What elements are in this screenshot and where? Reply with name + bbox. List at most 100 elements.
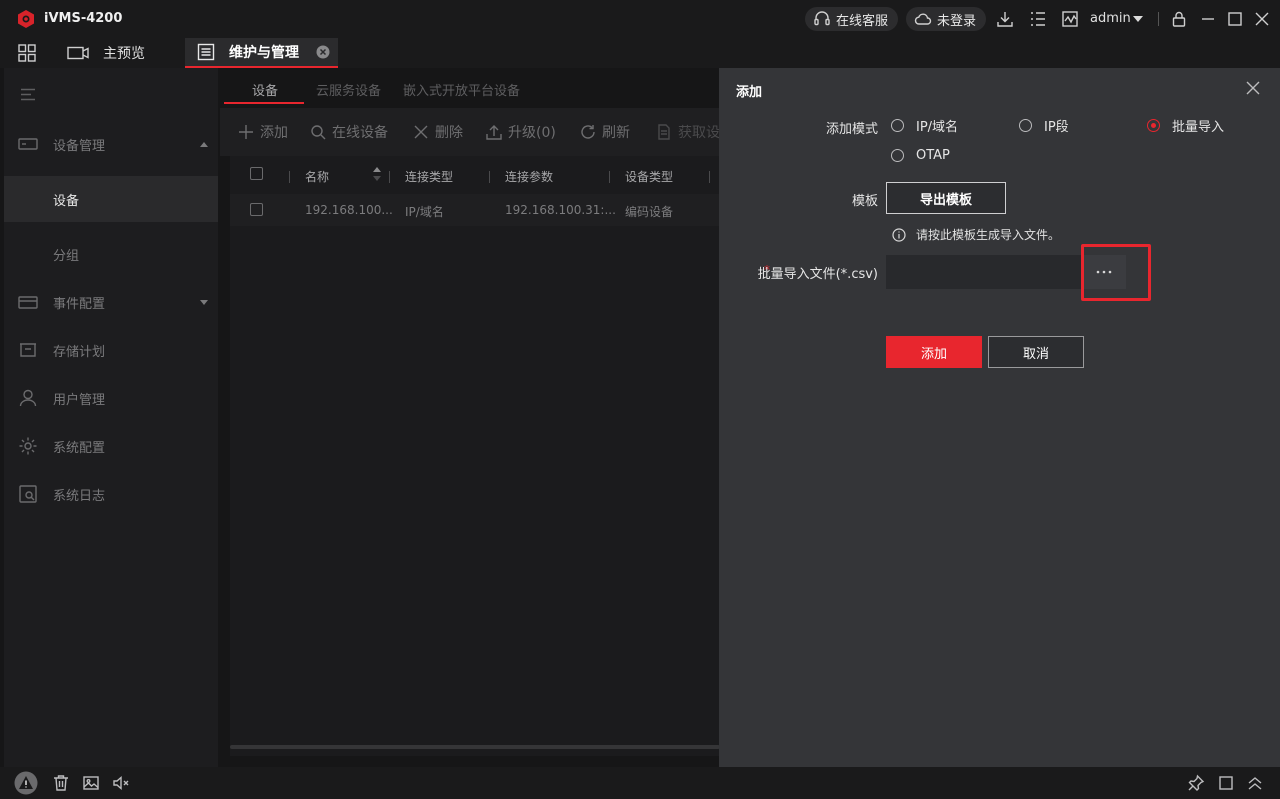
sidebar-item-label: 事件配置 [53,296,106,312]
hint-message: 请按此模板生成导入文件。 [892,226,1060,243]
device-list-panel: 设备 云服务设备 嵌入式开放平台设备 添加 在线设备 删除 升级(0) 刷新 获… [220,68,720,767]
refresh-button[interactable]: 刷新 [580,122,630,142]
column-header-connection-type[interactable]: 连接类型 [405,168,453,185]
sidebar-item-user-management[interactable]: 用户管理 [4,375,218,421]
select-all-checkbox[interactable] [250,167,263,180]
maintenance-icon [197,43,215,61]
close-icon[interactable] [1253,10,1271,28]
sidebar-item-label: 用户管理 [53,392,106,408]
upgrade-button[interactable]: 升级(0) [486,122,556,142]
image-icon[interactable] [82,774,100,792]
caret-up-icon [200,141,208,147]
login-status-button[interactable]: 未登录 [906,7,987,31]
online-service-button[interactable]: 在线客服 [805,7,899,31]
task-list-icon[interactable] [1029,10,1047,28]
sidebar-item-label: 系统配置 [53,440,106,456]
settings-icon [19,437,37,455]
highlight-box [1081,244,1151,301]
delete-device-label: 删除 [435,125,463,141]
caret-down-icon[interactable] [1133,16,1143,22]
mute-speaker-icon[interactable] [112,774,130,792]
radio-ip-domain-label: IP/域名 [916,120,959,135]
sort-icon[interactable] [373,166,381,182]
pin-icon[interactable] [1187,774,1205,792]
sidebar-item-event-config[interactable]: 事件配置 [4,279,218,325]
tab-maintenance-label: 维护与管理 [229,45,299,61]
expand-up-icon[interactable] [1246,774,1264,792]
collapse-menu-icon[interactable] [20,88,36,101]
sidebar-item-system-config[interactable]: 系统配置 [4,423,218,469]
subtab-device[interactable]: 设备 [252,80,278,99]
trash-icon[interactable] [52,774,70,792]
sidebar-item-label: 存储计划 [53,344,106,360]
tab-close-icon[interactable] [316,45,330,59]
add-mode-label: 添加模式 [825,122,878,137]
active-subtab-indicator [224,102,304,104]
tab-main-preview[interactable]: 主预览 [67,38,145,68]
download-icon[interactable] [996,10,1014,28]
maximize-icon[interactable] [1226,10,1244,28]
radio-otap-label: OTAP [916,148,950,163]
window-icon[interactable] [1217,774,1235,792]
lock-icon[interactable] [1170,10,1188,28]
cell-device-type: 编码设备 [625,205,674,219]
sidebar-item-device[interactable]: 设备 [4,176,218,222]
column-separator [489,171,490,183]
minimize-icon[interactable] [1199,10,1217,28]
cell-name: 192.168.100... [305,203,393,217]
export-template-button[interactable]: 导出模板 [886,182,1006,214]
app-logo-icon [18,10,34,28]
delete-device-button[interactable]: 删除 [413,122,463,142]
cell-connection-params: 192.168.100.31:... [505,203,616,217]
add-device-dialog: 添加 添加模式 IP/域名 IP段 批量导入 OTAP 模板 导出模板 请按此模… [719,68,1280,767]
close-icon[interactable] [1246,81,1260,95]
device-table: 名称 连接类型 连接参数 设备类型 192.168.100... IP/域名 1… [230,156,720,756]
horizontal-scrollbar[interactable] [230,745,720,749]
sidebar-item-label: 设备 [53,193,80,209]
monitor-icon[interactable] [1061,10,1079,28]
subtab-cloud-device[interactable]: 云服务设备 [316,80,381,99]
sidebar-item-system-log[interactable]: 系统日志 [4,471,218,517]
add-button[interactable]: 添加 [886,336,982,368]
divider [1158,12,1159,26]
headset-icon [814,11,830,26]
subtab-embedded-device[interactable]: 嵌入式开放平台设备 [403,80,520,99]
storage-icon [20,343,36,357]
radio-ip-segment[interactable]: IP段 [1019,116,1069,135]
title-bar: iVMS-4200 在线客服 未登录 admin [0,0,1280,38]
sidebar-item-storage-plan[interactable]: 存储计划 [4,327,218,373]
user-name-label[interactable]: admin [1090,11,1131,26]
tab-maintenance[interactable]: 维护与管理 [185,38,338,68]
batch-file-label: 批量导入文件(*.csv) [757,267,878,282]
column-separator [389,171,390,183]
sidebar-item-device-management[interactable]: 设备管理 [4,121,218,167]
tab-main-preview-label: 主预览 [103,46,145,62]
online-service-label: 在线客服 [836,13,889,29]
sidebar: 设备管理 设备 分组 事件配置 存储计划 用户管理 系统配置 系统日志 [4,68,218,767]
sidebar-item-group[interactable]: 分组 [4,231,218,277]
radio-ip-domain[interactable]: IP/域名 [891,116,958,135]
fetch-label: 获取设 [678,125,720,141]
module-grid-icon[interactable] [17,43,37,63]
online-device-button[interactable]: 在线设备 [310,122,388,142]
alarm-warning-icon[interactable] [14,771,38,795]
module-tab-bar: 主预览 维护与管理 [0,38,1280,68]
column-separator [289,171,290,183]
template-label: 模板 [851,194,878,209]
cancel-button[interactable]: 取消 [988,336,1084,368]
radio-batch-import[interactable]: 批量导入 [1147,116,1224,135]
close-x-icon [414,125,428,139]
radio-indicator [891,119,904,132]
hint-text: 请按此模板生成导入文件。 [916,228,1061,242]
radio-otap[interactable]: OTAP [891,148,950,163]
column-separator [609,171,610,183]
preview-icon [67,46,89,60]
row-checkbox[interactable] [250,203,263,216]
column-header-device-type[interactable]: 设备类型 [625,168,673,185]
column-header-name[interactable]: 名称 [305,168,329,185]
add-device-label: 添加 [260,125,288,141]
document-icon [658,124,670,140]
fetch-button[interactable]: 获取设 [656,122,720,142]
add-device-button[interactable]: 添加 [238,122,288,142]
column-header-connection-params[interactable]: 连接参数 [505,168,553,185]
